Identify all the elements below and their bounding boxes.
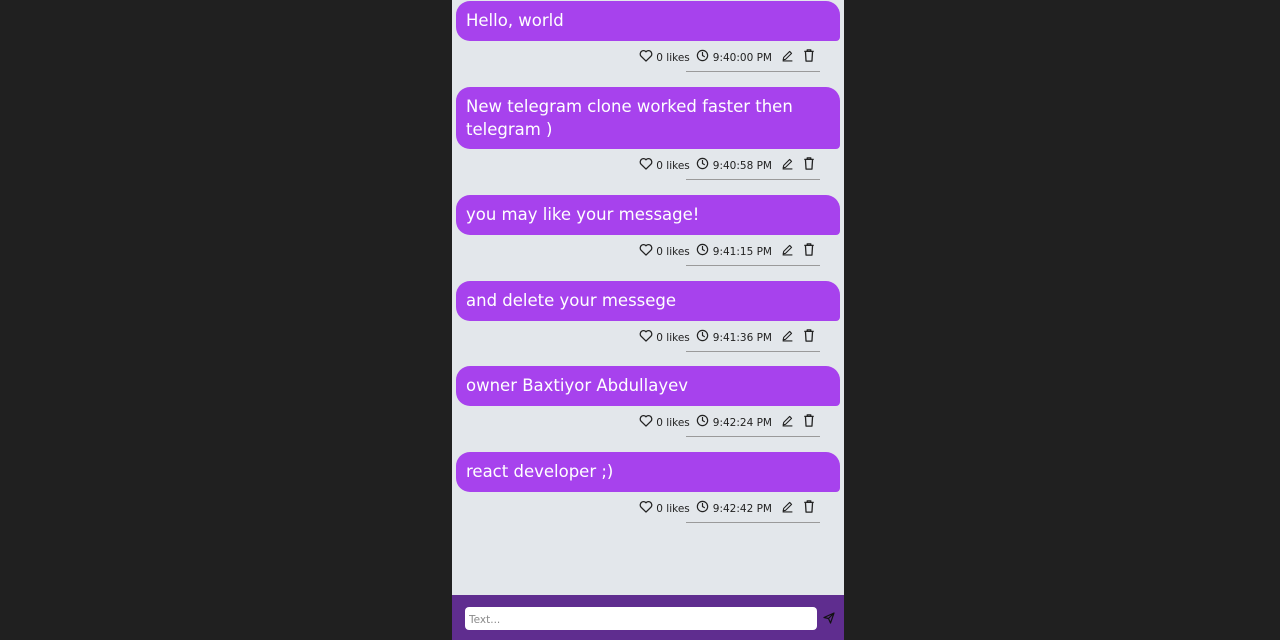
heart-icon[interactable] xyxy=(638,498,654,514)
divider xyxy=(686,264,820,266)
message-time: 9:40:58 PM xyxy=(712,160,772,172)
clock-icon xyxy=(695,47,711,63)
clock-icon xyxy=(695,412,711,428)
pencil-icon[interactable] xyxy=(779,241,795,257)
pencil-icon[interactable] xyxy=(779,412,795,428)
trash-icon[interactable] xyxy=(801,327,817,343)
divider xyxy=(686,435,820,437)
message-item: owner Baxtiyor Abdullayev 0 likes 9:42:2… xyxy=(456,366,840,437)
message-time: 9:41:15 PM xyxy=(712,245,772,258)
likes-count: 0 likes xyxy=(656,245,690,258)
trash-icon[interactable] xyxy=(801,498,817,514)
message-list[interactable]: Hello, world 0 likes 9:40:00 PM New tele… xyxy=(452,0,844,595)
heart-icon[interactable] xyxy=(638,47,654,63)
likes-count: 0 likes xyxy=(656,416,690,429)
message-time: 9:42:42 PM xyxy=(712,502,772,515)
message-meta: 0 likes 9:40:00 PM xyxy=(456,41,840,72)
message-composer xyxy=(452,595,844,640)
divider xyxy=(686,521,820,523)
message-item: New telegram clone worked faster then te… xyxy=(456,87,840,180)
send-icon[interactable] xyxy=(821,610,837,626)
message-meta: 0 likes 9:42:42 PM xyxy=(456,492,840,523)
message-bubble: Hello, world xyxy=(456,1,840,41)
heart-icon[interactable] xyxy=(638,241,654,257)
heart-icon[interactable] xyxy=(638,412,654,428)
heart-icon[interactable] xyxy=(638,156,654,172)
message-time: 9:41:36 PM xyxy=(712,331,772,344)
pencil-icon[interactable] xyxy=(779,47,795,63)
trash-icon[interactable] xyxy=(801,47,817,63)
divider xyxy=(686,350,820,352)
likes-count: 0 likes xyxy=(656,51,690,64)
likes-count: 0 likes xyxy=(656,502,690,515)
message-item: and delete your messege 0 likes 9:41:36 … xyxy=(456,281,840,352)
pencil-icon[interactable] xyxy=(779,498,795,514)
pencil-icon[interactable] xyxy=(779,156,795,172)
message-meta: 0 likes 9:40:58 PM xyxy=(456,149,840,180)
message-item: you may like your message! 0 likes 9:41:… xyxy=(456,195,840,266)
message-bubble: and delete your messege xyxy=(456,281,840,321)
clock-icon xyxy=(695,156,711,172)
message-bubble: react developer ;) xyxy=(456,452,840,492)
divider xyxy=(686,70,820,72)
message-bubble: you may like your message! xyxy=(456,195,840,235)
divider xyxy=(686,179,820,180)
message-bubble: New telegram clone worked faster then te… xyxy=(456,87,840,149)
trash-icon[interactable] xyxy=(801,241,817,257)
message-meta: 0 likes 9:41:15 PM xyxy=(456,235,840,266)
message-item: Hello, world 0 likes 9:40:00 PM xyxy=(456,1,840,72)
message-input[interactable] xyxy=(465,607,817,630)
message-meta: 0 likes 9:41:36 PM xyxy=(456,321,840,352)
message-meta: 0 likes 9:42:24 PM xyxy=(456,406,840,437)
clock-icon xyxy=(695,241,711,257)
likes-count: 0 likes xyxy=(656,331,690,344)
message-item: react developer ;) 0 likes 9:42:42 PM xyxy=(456,452,840,523)
likes-count: 0 likes xyxy=(656,160,690,172)
clock-icon xyxy=(695,498,711,514)
message-time: 9:40:00 PM xyxy=(712,51,772,64)
heart-icon[interactable] xyxy=(638,327,654,343)
trash-icon[interactable] xyxy=(801,156,817,172)
clock-icon xyxy=(695,327,711,343)
pencil-icon[interactable] xyxy=(779,327,795,343)
message-bubble: owner Baxtiyor Abdullayev xyxy=(456,366,840,406)
message-time: 9:42:24 PM xyxy=(712,416,772,429)
trash-icon[interactable] xyxy=(801,412,817,428)
chat-app: Hello, world 0 likes 9:40:00 PM New tele… xyxy=(452,0,844,640)
